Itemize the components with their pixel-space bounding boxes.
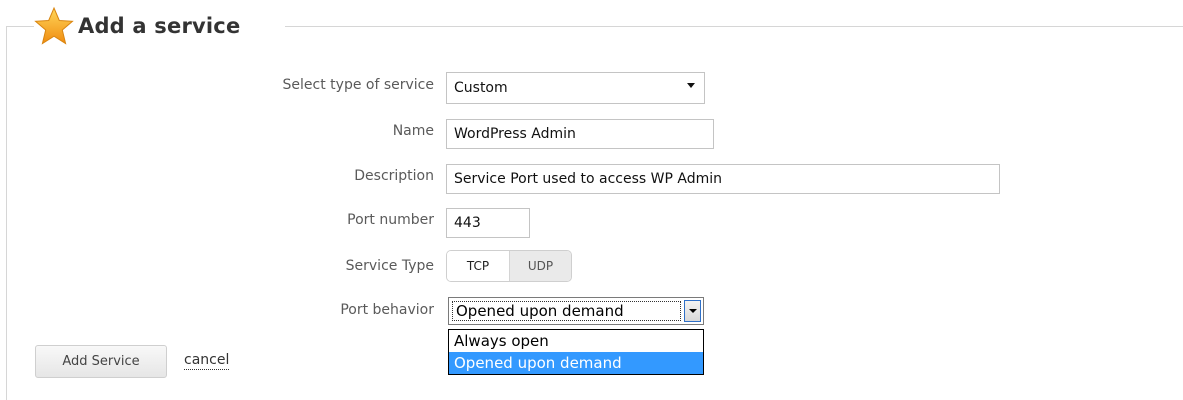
name-input[interactable]: WordPress Admin — [446, 119, 714, 149]
port-number-input[interactable]: 443 — [446, 208, 530, 238]
service-type-toggle: TCP UDP — [446, 250, 572, 282]
dropdown-button[interactable] — [684, 300, 701, 322]
section-title: Add a service — [78, 14, 241, 38]
fieldset-border-left — [6, 26, 7, 400]
port-number-label: Port number — [347, 212, 434, 228]
port-behavior-select-value: Opened upon demand — [452, 301, 681, 321]
service-type-label: Service Type — [345, 258, 434, 274]
tcp-option[interactable]: TCP — [447, 251, 510, 281]
name-label: Name — [392, 123, 434, 139]
port-behavior-dropdown-list: Always open Opened upon demand — [448, 329, 704, 375]
port-behavior-select[interactable]: Opened upon demand — [448, 297, 704, 325]
service-type-select-label: Select type of service — [282, 77, 434, 93]
service-type-select[interactable]: Custom — [446, 72, 705, 104]
description-label: Description — [354, 168, 434, 184]
fieldset-border-top-left — [6, 26, 34, 27]
service-type-select-value: Custom — [454, 80, 508, 96]
option-always-open[interactable]: Always open — [449, 330, 703, 352]
option-opened-upon-demand[interactable]: Opened upon demand — [449, 352, 703, 374]
chevron-down-icon — [687, 83, 695, 88]
udp-option[interactable]: UDP — [510, 251, 571, 281]
description-input[interactable]: Service Port used to access WP Admin — [446, 164, 1000, 194]
fieldset-border-top-right — [285, 26, 1183, 27]
add-service-button[interactable]: Add Service — [35, 345, 167, 378]
star-icon — [34, 6, 74, 45]
section-legend: Add a service — [34, 6, 255, 46]
cancel-link[interactable]: cancel — [184, 351, 230, 370]
port-behavior-label: Port behavior — [340, 302, 434, 318]
chevron-down-icon — [689, 309, 697, 313]
